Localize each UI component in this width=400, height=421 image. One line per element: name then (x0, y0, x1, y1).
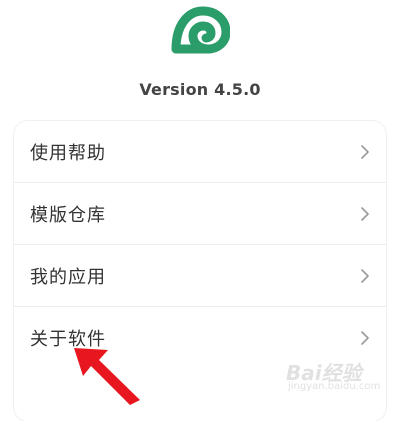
chevron-right-icon (361, 268, 369, 283)
menu-item-label: 使用帮助 (30, 142, 106, 164)
menu-item-label: 模版仓库 (30, 204, 106, 226)
menu-item-template-repo[interactable]: 模版仓库 (14, 183, 386, 244)
menu-item-help[interactable]: 使用帮助 (14, 121, 386, 182)
watermark-sub: jingyan.baidu.com (288, 381, 381, 392)
chevron-right-icon (361, 144, 369, 159)
chevron-right-icon (361, 206, 369, 221)
menu-item-label: 我的应用 (30, 266, 106, 288)
app-header: Version 4.5.0 (0, 0, 400, 120)
red-arrow-icon (74, 348, 140, 405)
spiral-shell-logo-icon (171, 6, 230, 54)
chevron-right-icon (361, 330, 369, 345)
watermark: Bai经验 jingyan.baidu.com (280, 353, 396, 401)
menu-item-my-apps[interactable]: 我的应用 (14, 245, 386, 306)
version-label: Version 4.5.0 (139, 80, 261, 99)
